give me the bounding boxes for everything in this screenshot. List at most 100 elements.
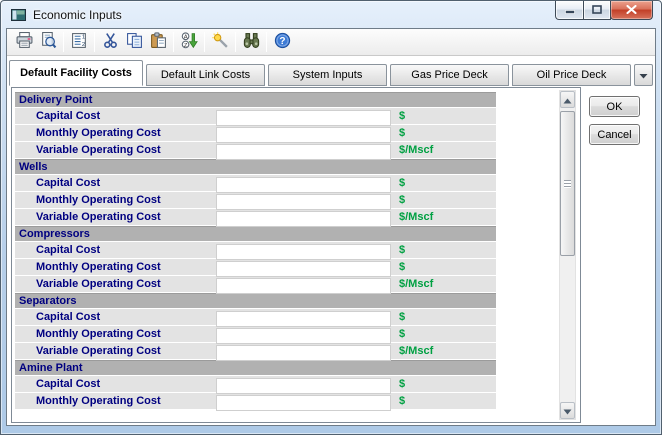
wells-variable-operating-cost-input[interactable]	[216, 211, 391, 227]
table-row: Monthly Operating Cost$	[15, 393, 496, 409]
print-button[interactable]	[12, 31, 36, 54]
vertical-scrollbar[interactable]	[559, 90, 576, 420]
find-button[interactable]	[239, 31, 263, 54]
input-cell	[216, 142, 391, 158]
table-row: Capital Cost$	[15, 175, 496, 191]
numbered-list-button[interactable]: 12	[67, 31, 91, 54]
unit-label: $	[391, 326, 405, 342]
tab-default-facility-costs[interactable]: Default Facility Costs	[9, 60, 143, 86]
separators-variable-operating-cost-input[interactable]	[216, 345, 391, 361]
minimize-button[interactable]	[555, 1, 584, 20]
table-row: Variable Operating Cost $/Mscf	[15, 276, 496, 292]
row-label: Variable Operating Cost	[15, 209, 216, 225]
table-row: Capital Cost$	[15, 108, 496, 124]
cancel-button[interactable]: Cancel	[589, 124, 640, 145]
unit-label: $	[391, 376, 405, 392]
minimize-icon	[565, 1, 575, 19]
section-header-compressors: Compressors	[15, 226, 496, 241]
find-binoculars-icon	[243, 32, 260, 52]
separators-capital-cost-input[interactable]	[216, 311, 391, 327]
row-label: Variable Operating Cost	[15, 142, 216, 158]
row-label: Variable Operating Cost	[15, 343, 216, 359]
print-preview-button[interactable]	[36, 31, 60, 54]
toolbar-separator	[235, 32, 236, 52]
section-header-delivery-point: Delivery Point	[15, 92, 496, 107]
tab-system-inputs[interactable]: System Inputs	[268, 64, 387, 86]
table-row: Monthly Operating Cost$	[15, 326, 496, 342]
separators-monthly-operating-cost-input[interactable]	[216, 328, 391, 344]
toolbar-separator	[204, 32, 205, 52]
unit-label: $/Mscf	[391, 276, 433, 292]
input-cell	[216, 259, 391, 275]
input-cell	[216, 343, 391, 359]
copy-icon	[126, 32, 143, 52]
title-bar[interactable]: Economic Inputs	[1, 1, 661, 28]
table-row: Monthly Operating Cost$	[15, 259, 496, 275]
input-cell	[216, 108, 391, 124]
unit-label: $/Mscf	[391, 343, 433, 359]
unit-label: $	[391, 309, 405, 325]
help-button[interactable]: ?	[270, 31, 294, 54]
input-cell	[216, 309, 391, 325]
facility-costs-grid: Delivery PointCapital Cost$Monthly Opera…	[15, 92, 496, 410]
input-cell	[216, 326, 391, 342]
highlight-button[interactable]	[208, 31, 232, 54]
print-icon	[16, 32, 33, 52]
svg-text:Z: Z	[183, 43, 187, 49]
paste-button[interactable]	[146, 31, 170, 54]
caption-buttons	[556, 1, 653, 20]
scroll-up-button[interactable]	[560, 91, 575, 108]
scrollbar-thumb[interactable]	[560, 111, 575, 256]
table-row: Capital Cost$	[15, 242, 496, 258]
table-row: Monthly Operating Cost$	[15, 125, 496, 141]
toolbar-separator	[94, 32, 95, 52]
compressors-capital-cost-input[interactable]	[216, 244, 391, 260]
scroll-down-button[interactable]	[560, 402, 575, 419]
input-cell	[216, 376, 391, 392]
arrow-down-icon	[563, 402, 572, 420]
amine-plant-capital-cost-input[interactable]	[216, 378, 391, 394]
cut-button[interactable]	[98, 31, 122, 54]
section-header-wells: Wells	[15, 159, 496, 174]
print-preview-icon	[40, 32, 57, 52]
input-cell	[216, 209, 391, 225]
amine-plant-monthly-operating-cost-input[interactable]	[216, 395, 391, 411]
row-label: Monthly Operating Cost	[15, 192, 216, 208]
toolbar-separator	[266, 32, 267, 52]
table-row: Capital Cost $	[15, 309, 496, 325]
wells-capital-cost-input[interactable]	[216, 177, 391, 193]
sort-button[interactable]: AZ	[177, 31, 201, 54]
svg-text:A: A	[183, 35, 187, 41]
numbered-list-icon: 12	[71, 32, 88, 52]
maximize-button[interactable]	[583, 1, 611, 20]
row-label: Variable Operating Cost	[15, 276, 216, 292]
row-label: Capital Cost	[15, 309, 216, 325]
svg-text:2: 2	[81, 42, 84, 48]
row-label: Capital Cost	[15, 242, 216, 258]
unit-label: $	[391, 175, 405, 191]
copy-button[interactable]	[122, 31, 146, 54]
tab-overflow-button[interactable]	[634, 64, 653, 86]
table-row: Variable Operating Cost $/Mscf	[15, 343, 496, 359]
tab-gas-price-deck[interactable]: Gas Price Deck	[390, 64, 509, 86]
ok-button[interactable]: OK	[589, 96, 640, 117]
row-label: Capital Cost	[15, 108, 216, 124]
section-header-amine-plant: Amine Plant	[15, 360, 496, 375]
delivery-point-variable-operating-cost-input[interactable]	[216, 144, 391, 160]
tab-oil-price-deck[interactable]: Oil Price Deck	[512, 64, 631, 86]
unit-label: $/Mscf	[391, 209, 433, 225]
scrollbar-grip	[564, 180, 571, 188]
delivery-point-monthly-operating-cost-input[interactable]	[216, 127, 391, 143]
arrow-up-icon	[563, 91, 572, 109]
compressors-variable-operating-cost-input[interactable]	[216, 278, 391, 294]
wells-monthly-operating-cost-input[interactable]	[216, 194, 391, 210]
input-cell	[216, 175, 391, 191]
tabs-container: Default Facility CostsDefault Link Costs…	[9, 60, 634, 86]
tab-default-link-costs[interactable]: Default Link Costs	[146, 64, 265, 86]
toolbar: 12 AZ ?	[7, 29, 655, 56]
toolbar-separator	[63, 32, 64, 52]
delivery-point-capital-cost-input[interactable]	[216, 110, 391, 126]
close-button[interactable]	[610, 1, 653, 20]
table-row: Capital Cost$	[15, 376, 496, 392]
compressors-monthly-operating-cost-input[interactable]	[216, 261, 391, 277]
